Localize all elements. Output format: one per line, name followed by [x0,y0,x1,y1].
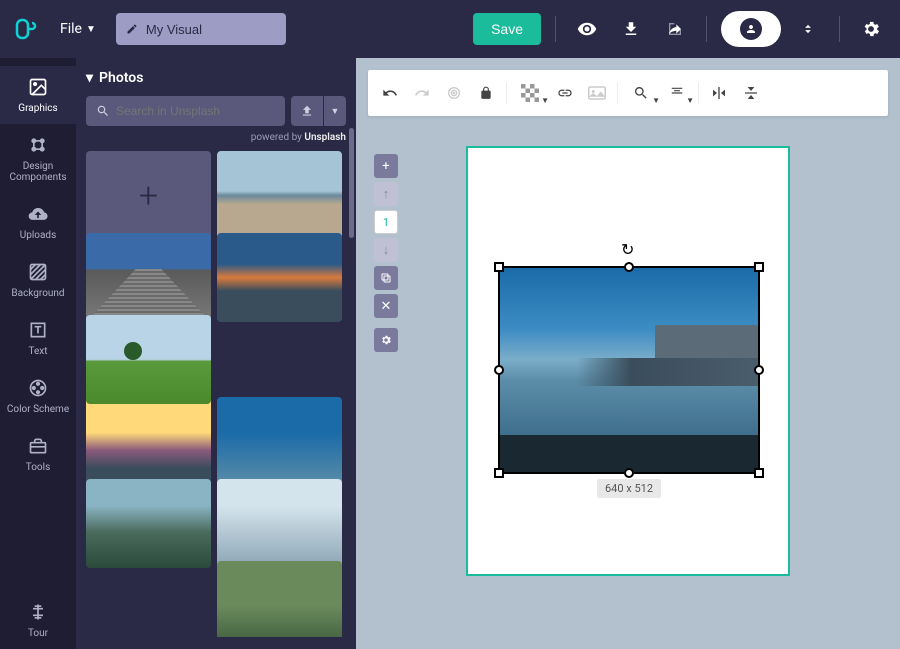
document-title-field[interactable] [116,13,286,45]
panel-scrollbar[interactable] [349,128,354,238]
photo-thumb[interactable] [86,315,211,404]
canvas-area: ▼ ▼ ▼ + ↑ 1 ↓ ✕ [356,58,900,649]
components-icon [27,134,49,156]
sidebar-item-graphics[interactable]: Graphics [0,66,76,124]
title-input[interactable] [146,22,276,37]
settings-button[interactable] [854,12,888,46]
search-icon [96,104,110,118]
sidebar-item-label: Graphics [18,103,57,114]
sidebar-item-tools[interactable]: Tools [0,425,76,483]
rotate-handle[interactable]: ↻ [621,240,634,259]
user-avatar-icon [740,18,762,40]
resize-handle-tl[interactable] [494,262,504,272]
powered-by-text: powered by Unsplash [86,132,346,143]
palette-icon [27,377,49,399]
cloud-upload-icon [27,203,49,225]
sidebar-item-label: Design Components [2,161,74,183]
toolbox-icon [27,435,49,457]
sidebar-item-label: Tools [26,462,50,473]
selected-image[interactable]: ↻ 640 x 512 [498,266,760,474]
image-icon [27,76,49,98]
pencil-icon [126,23,138,35]
sidebar-item-components[interactable]: Design Components [0,124,76,193]
chevron-down-icon: ▾ [86,70,93,86]
image-adjust-button[interactable] [583,79,611,107]
sidebar-item-text[interactable]: Text [0,309,76,367]
photos-panel: ▾ Photos ▼ powered by Unsplash + [76,58,356,649]
redo-button[interactable] [408,79,436,107]
sidebar-item-label: Tour [28,628,48,639]
photo-thumb[interactable] [217,233,342,322]
lock-button[interactable] [472,79,500,107]
undo-button[interactable] [376,79,404,107]
sidebar-item-tour[interactable]: Tour [0,591,76,649]
file-menu[interactable]: File ▼ [50,15,106,43]
upload-button[interactable] [291,96,323,126]
panel-header[interactable]: ▾ Photos [86,70,346,86]
panel-title: Photos [99,70,143,86]
sidebar-item-background[interactable]: Background [0,251,76,309]
preview-button[interactable] [570,12,604,46]
photo-thumb[interactable] [86,397,211,486]
photo-thumb[interactable] [86,233,211,322]
dimensions-label: 640 x 512 [597,479,661,498]
design-page[interactable]: ↻ 640 x 512 [466,146,790,576]
resize-handle-r[interactable] [754,365,764,375]
align-button[interactable]: ▼ [662,79,692,107]
flip-vertical-button[interactable] [737,79,765,107]
link-button[interactable] [551,79,579,107]
chevron-down-icon: ▼ [86,24,96,35]
resize-handle-t[interactable] [624,262,634,272]
photo-thumb[interactable] [86,479,211,568]
download-button[interactable] [614,12,648,46]
search-input[interactable] [116,104,275,118]
expand-button[interactable] [791,12,825,46]
file-menu-label: File [60,21,82,37]
add-photo-button[interactable]: + [86,151,211,240]
sidebar-item-uploads[interactable]: Uploads [0,193,76,251]
search-input-wrapper[interactable] [86,96,285,126]
resize-handle-b[interactable] [624,468,634,478]
user-menu[interactable] [721,11,781,47]
text-icon [27,319,49,341]
tour-icon [27,601,49,623]
photo-thumb[interactable] [217,479,342,568]
resize-handle-bl[interactable] [494,468,504,478]
resize-handle-l[interactable] [494,365,504,375]
sidebar-item-label: Text [28,346,47,357]
photo-thumb[interactable] [217,397,342,486]
photo-grid: + [86,151,346,637]
target-button[interactable] [440,79,468,107]
left-sidebar: Graphics Design Components Uploads Backg… [0,58,76,649]
sidebar-item-label: Background [11,288,64,299]
texture-icon [27,261,49,283]
flip-horizontal-button[interactable] [705,79,733,107]
top-bar: File ▼ Save [0,0,900,58]
resize-handle-tr[interactable] [754,262,764,272]
share-button[interactable] [658,12,692,46]
save-button[interactable]: Save [473,13,541,45]
sidebar-item-color-scheme[interactable]: Color Scheme [0,367,76,425]
resize-handle-br[interactable] [754,468,764,478]
transparency-button[interactable]: ▼ [513,79,547,107]
photo-thumb[interactable] [217,561,342,637]
crop-button[interactable]: ▼ [624,79,658,107]
sidebar-item-label: Uploads [20,230,56,241]
app-logo [12,15,40,43]
sidebar-item-label: Color Scheme [7,404,69,415]
upload-dropdown[interactable]: ▼ [324,96,346,126]
photo-thumb[interactable] [217,151,342,240]
canvas-toolbar: ▼ ▼ ▼ [368,70,888,116]
